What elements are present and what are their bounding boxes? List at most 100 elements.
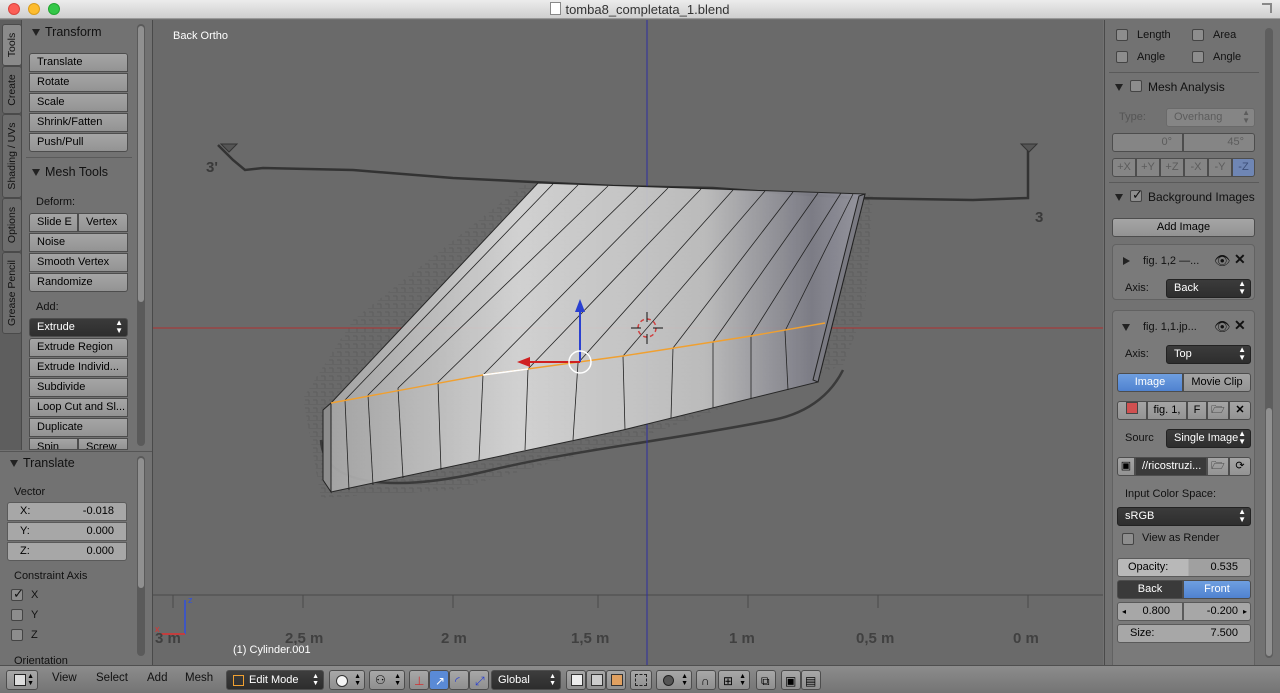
tab-grease-pencil[interactable]: Grease Pencil <box>2 252 22 334</box>
edge-select-button[interactable] <box>586 670 606 690</box>
axis-plus-z-button[interactable]: +Z <box>1160 158 1184 177</box>
face-select-button[interactable] <box>606 670 626 690</box>
screw-button[interactable]: Screw <box>78 438 128 450</box>
reload-button[interactable]: ⟳ <box>1229 457 1251 476</box>
extrude-individual-button[interactable]: Extrude Individ... <box>29 358 128 377</box>
offset-x-field[interactable]: ◂ 0.800 <box>1117 602 1183 621</box>
collapse-icon[interactable] <box>1122 324 1130 331</box>
occlude-geometry-button[interactable] <box>630 670 652 690</box>
rotate-manipulator-button[interactable]: ◜ <box>449 670 469 690</box>
duplicate-button[interactable]: Duplicate <box>29 418 128 437</box>
background-images-checkbox[interactable] <box>1130 187 1143 203</box>
menu-view[interactable]: View <box>52 672 77 684</box>
filepath-field[interactable]: //ricostruzi... <box>1135 457 1207 476</box>
packed-file-button[interactable]: ▣ <box>1117 457 1135 476</box>
snap-element-dropdown[interactable]: ⊞ ▲ ▼ <box>718 670 750 690</box>
length-checkbox[interactable] <box>1116 29 1128 41</box>
tab-options[interactable]: Options <box>2 198 22 252</box>
color-space-dropdown[interactable]: sRGB ▲ ▼ <box>1117 507 1251 526</box>
subdivide-button[interactable]: Subdivide <box>29 378 128 397</box>
slide-edge-button[interactable]: Slide E <box>29 213 78 232</box>
extrude-dropdown[interactable]: Extrude ▲ ▼ <box>29 318 128 337</box>
face-angle-checkbox[interactable] <box>1192 51 1204 63</box>
source-dropdown[interactable]: Single Image ▲ ▼ <box>1166 429 1251 448</box>
scrollbar-thumb[interactable] <box>1266 408 1272 656</box>
bg-image-1-axis-dropdown[interactable]: Back ▲ ▼ <box>1166 279 1251 298</box>
axis-minus-y-button[interactable]: -Y <box>1208 158 1232 177</box>
clipping-button[interactable]: ⧉ <box>756 670 776 690</box>
pivot-point-dropdown[interactable]: ⚇ ▲ ▼ <box>369 670 405 690</box>
close-icon[interactable]: ✕ <box>1234 317 1246 334</box>
vector-x-field[interactable]: X: -0.018 <box>7 502 127 521</box>
operator-scrollbar[interactable] <box>137 456 145 656</box>
extrude-region-button[interactable]: Extrude Region <box>29 338 128 357</box>
open-image-button[interactable]: 🗁 <box>1207 401 1229 420</box>
image-browse-button[interactable] <box>1117 401 1147 420</box>
scrollbar-thumb[interactable] <box>138 458 144 588</box>
spin-button[interactable]: Spin <box>29 438 78 450</box>
shrink-fatten-button[interactable]: Shrink/Fatten <box>29 113 128 132</box>
viewport-canvas[interactable]: z x 3' 3 <box>153 20 1103 665</box>
randomize-button[interactable]: Randomize <box>29 273 128 292</box>
front-button[interactable]: Front <box>1183 580 1251 599</box>
opacity-slider[interactable]: Opacity: 0.535 <box>1117 558 1251 577</box>
view-as-render-checkbox[interactable] <box>1122 533 1134 545</box>
mesh-analysis-header[interactable] <box>1115 80 1128 94</box>
translate-button[interactable]: Translate <box>29 53 128 72</box>
vector-z-field[interactable]: Z: 0.000 <box>7 542 127 561</box>
constraint-x-checkbox[interactable] <box>11 586 24 602</box>
tool-shelf-scrollbar[interactable] <box>137 24 145 446</box>
noise-button[interactable]: Noise <box>29 233 128 252</box>
render-button[interactable]: ▣ <box>781 670 801 690</box>
fullscreen-icon[interactable] <box>1262 3 1272 13</box>
min-angle-field[interactable]: 0° <box>1112 133 1183 152</box>
constraint-y-checkbox[interactable] <box>11 609 23 621</box>
vector-y-field[interactable]: Y: 0.000 <box>7 522 127 541</box>
smooth-vertex-button[interactable]: Smooth Vertex <box>29 253 128 272</box>
tab-tools[interactable]: Tools <box>2 24 22 66</box>
slide-vertex-button[interactable]: Vertex <box>78 213 128 232</box>
scrollbar-thumb[interactable] <box>138 26 144 302</box>
angle-checkbox[interactable] <box>1116 51 1128 63</box>
properties-scrollbar[interactable] <box>1265 28 1273 658</box>
push-pull-button[interactable]: Push/Pull <box>29 133 128 152</box>
translate-manipulator-button[interactable]: ↗ <box>429 670 449 690</box>
menu-mesh[interactable]: Mesh <box>185 672 213 684</box>
mesh-tools-panel-header[interactable]: Mesh Tools <box>32 165 108 179</box>
vertex-select-button[interactable] <box>566 670 586 690</box>
offset-y-field[interactable]: -0.200 ▸ <box>1183 602 1251 621</box>
expand-icon[interactable] <box>1123 257 1130 265</box>
add-image-button[interactable]: Add Image <box>1112 218 1255 237</box>
eye-icon[interactable]: 👁 <box>1214 253 1231 269</box>
transform-orientation-dropdown[interactable]: Global ▲ ▼ <box>491 670 561 690</box>
axis-plus-y-button[interactable]: +Y <box>1136 158 1160 177</box>
mesh-analysis-checkbox[interactable] <box>1130 80 1142 92</box>
snap-toggle[interactable]: ∩ <box>696 670 716 690</box>
background-images-header[interactable] <box>1115 190 1128 204</box>
axis-minus-z-button[interactable]: -Z <box>1232 158 1255 177</box>
rotate-button[interactable]: Rotate <box>29 73 128 92</box>
bg-image-2-axis-dropdown[interactable]: Top ▲ ▼ <box>1166 345 1251 364</box>
close-icon[interactable]: ✕ <box>1234 251 1246 268</box>
manipulator-toggle[interactable]: ⊥ <box>409 670 429 690</box>
max-angle-field[interactable]: 45° <box>1183 133 1255 152</box>
tab-create[interactable]: Create <box>2 66 22 114</box>
menu-select[interactable]: Select <box>96 672 128 684</box>
menu-add[interactable]: Add <box>147 672 167 684</box>
proportional-editing-dropdown[interactable]: ▲ ▼ <box>656 670 692 690</box>
axis-plus-x-button[interactable]: +X <box>1112 158 1136 177</box>
image-name-field[interactable]: fig. 1, <box>1147 401 1187 420</box>
back-button[interactable]: Back <box>1117 580 1183 599</box>
translate-panel-header[interactable]: Translate <box>10 456 75 470</box>
editor-type-button[interactable]: ▲ ▼ <box>6 670 38 690</box>
unlink-image-button[interactable]: ✕ <box>1229 401 1251 420</box>
browse-file-button[interactable]: 🗁 <box>1207 457 1229 476</box>
render-animation-button[interactable]: ▤ <box>801 670 821 690</box>
area-checkbox[interactable] <box>1192 29 1204 41</box>
tab-shading-uvs[interactable]: Shading / UVs <box>2 114 22 198</box>
size-field[interactable]: Size: 7.500 <box>1117 624 1251 643</box>
image-tab[interactable]: Image <box>1117 373 1183 392</box>
analysis-type-dropdown[interactable]: Overhang ▲ ▼ <box>1166 108 1255 127</box>
fake-user-button[interactable]: F <box>1187 401 1207 420</box>
axis-minus-x-button[interactable]: -X <box>1184 158 1208 177</box>
